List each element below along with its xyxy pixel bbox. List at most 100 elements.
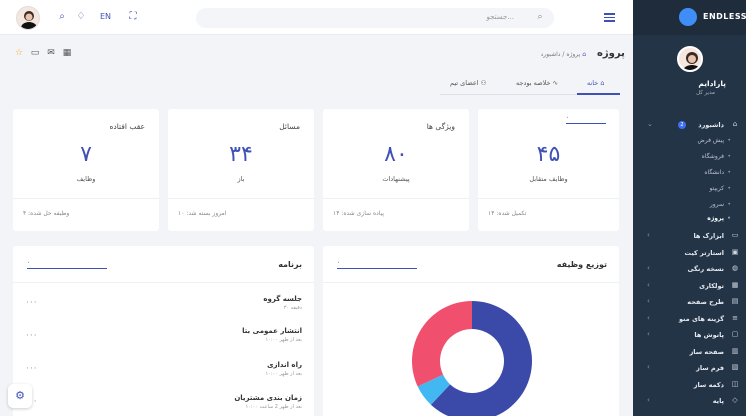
breadcrumb-link[interactable]: داشبورد [541, 51, 561, 58]
list-item[interactable]: راه اندازی ۱۰:۰۰ بعد از ظهر [182, 361, 303, 377]
divider [168, 198, 314, 199]
divider [13, 198, 159, 199]
tabs: اعضای تیم ⚇ خلاصه بودجه ∿ خانه ⌂ [440, 73, 620, 95]
stat-value: ۴۵ [536, 142, 561, 167]
page-icon: ▤ [731, 297, 739, 305]
base-icon: ◇ [732, 396, 738, 404]
tab-home[interactable]: خانه ⌂ [587, 79, 605, 87]
top-bar: ⌕ ♢ EN ⛶ جستجو... ⌕ [0, 0, 633, 35]
sidebar-item-label: تولکاری [699, 282, 724, 290]
list-item[interactable]: زمان بندی مشتریان ۱۰:۰۰ بعد از ظهر 2 ساعت [182, 394, 302, 410]
donut-chart [412, 301, 532, 416]
sidebar-item[interactable]: ‹ طرح صفحه ▤ [633, 296, 746, 310]
sidebar-subitem[interactable]: دانشگاه [704, 169, 730, 176]
sidebar-item[interactable]: ‹ تولکاری ▦ [633, 280, 746, 294]
gear-icon[interactable]: ⚙ [8, 384, 32, 408]
sidebar-item[interactable]: صفحه ساز ▥ [633, 346, 746, 360]
sidebar: ENDLESS پارادایم مدیر کل ⌄ 2 داشبورد ⌂ پ… [633, 0, 746, 416]
period-select[interactable]: ۰ [27, 259, 107, 269]
chevron-left-icon: ‹ [647, 281, 650, 289]
sidebar-subitem-active[interactable]: پروژه [707, 215, 730, 222]
fullscreen-icon[interactable]: ⛶ [126, 10, 140, 24]
period-select[interactable]: ۰ [337, 259, 417, 269]
chevron-left-icon: ‹ [647, 363, 650, 371]
panel-title: توزیع وظیفه [556, 260, 607, 269]
stat-title: ویژگی ها [426, 122, 455, 131]
user-role: مدیر کل [696, 90, 715, 96]
language-switch[interactable]: EN [100, 12, 111, 21]
donut-slice[interactable] [412, 301, 472, 387]
sidebar-item[interactable]: استارتر کیت ▣ [633, 247, 746, 261]
notification-icon[interactable]: ♢ [74, 10, 88, 24]
sidebar-item[interactable]: ‹ پایه ◇ [633, 395, 746, 409]
form-icon: ▧ [731, 363, 739, 371]
mail-icon[interactable]: ✉ [44, 48, 58, 58]
sidebar-item-label: استارتر کیت [684, 249, 724, 257]
sidebar-item[interactable]: ‹ ابزارک ها ▭ [633, 230, 746, 244]
sidebar-item[interactable]: دکمه ساز ◫ [633, 379, 746, 393]
box-icon: ▣ [731, 248, 739, 256]
sidebar-item[interactable]: ‹ گزینه های منو ≡ [633, 313, 746, 327]
period-select[interactable]: ۰ [566, 114, 606, 124]
user-name: پارادایم [698, 79, 726, 88]
search-placeholder: جستجو... [486, 13, 514, 21]
stat-value: ۳۴ [229, 142, 253, 167]
sidebar-subitem[interactable]: کریپتو [709, 185, 730, 192]
profile-avatar[interactable] [677, 46, 703, 72]
footer-icon: ▢ [731, 330, 739, 338]
chat-icon[interactable]: ▭ [28, 48, 42, 58]
avatar[interactable] [16, 6, 40, 30]
divider [323, 282, 619, 283]
color-icon: ◍ [731, 264, 739, 272]
badge: 2 [678, 121, 686, 129]
tab-budget[interactable]: خلاصه بودجه ∿ [516, 79, 558, 87]
builder-icon: ▥ [731, 347, 739, 355]
search-input[interactable]: جستجو... ⌕ [196, 8, 554, 28]
stat-label: وظایف [76, 175, 96, 183]
list-item[interactable]: انتشار عمومی بتا ۱۰:۰۰ بعد از ظهر [182, 327, 302, 343]
sidebar-item-dashboard[interactable]: ⌄ 2 داشبورد ⌂ [633, 119, 746, 133]
sidebar-item[interactable]: ‹ نسخه رنگی ◍ [633, 263, 746, 277]
stat-card: عقب افتاده ۷ وظایف وظیفه حل شده: ۴ [13, 109, 159, 231]
breadcrumb-separator: / [560, 51, 565, 58]
search-icon: ⌕ [537, 12, 543, 22]
calendar-icon[interactable]: ▦ [60, 48, 74, 58]
more-icon[interactable]: ··· [26, 298, 38, 308]
button-icon: ◫ [731, 380, 739, 388]
avatar-image [21, 11, 37, 29]
page-title: پروژه [597, 48, 625, 59]
menu-toggle-icon[interactable] [604, 13, 615, 22]
stat-label: باز [237, 175, 245, 183]
search-icon[interactable]: ⌕ [55, 10, 69, 24]
sidebar-subitem[interactable]: سرور [710, 201, 731, 208]
logo-mark [679, 8, 697, 26]
sidebar-item-label: طرح صفحه [687, 298, 724, 306]
schedule-panel: برنامه ۰ جلسه گروه ۳۰ دقیقه ··· انتشار عم… [13, 246, 314, 416]
sidebar-item[interactable]: ‹ پانوش ها ▢ [633, 329, 746, 343]
more-icon[interactable]: ··· [26, 364, 38, 374]
tab-indicator [577, 93, 620, 95]
logo[interactable]: ENDLESS [633, 0, 746, 35]
sidebar-subitem[interactable]: فروشگاه [702, 153, 732, 160]
chevron-left-icon: ‹ [647, 231, 650, 239]
avatar-image [683, 52, 701, 70]
stat-label: وظایف متقابل [529, 175, 568, 183]
sidebar-item-label: صفحه ساز [689, 348, 724, 356]
star-icon[interactable]: ☆ [12, 48, 26, 58]
stat-title: عقب افتاده [109, 122, 145, 131]
panel-title: برنامه [278, 260, 302, 269]
sidebar-item-label: داشبورد [698, 121, 724, 129]
sidebar-item[interactable]: ‹ فرم ساز ▧ [633, 362, 746, 376]
home-icon[interactable]: ⌂ [582, 51, 586, 58]
stat-title: مسائل [279, 122, 300, 131]
list-item[interactable]: جلسه گروه ۳۰ دقیقه [182, 295, 302, 311]
stat-value: ۸۰ [384, 142, 408, 167]
divider [323, 198, 469, 199]
more-icon[interactable]: ··· [26, 331, 38, 341]
stat-card: مسائل ۳۴ باز امروز بسته شد: ۱۰ [168, 109, 314, 231]
tab-team[interactable]: اعضای تیم ⚇ [450, 79, 486, 87]
sidebar-item-label: دکمه ساز [693, 381, 724, 389]
stat-footer: پیاده سازی شده: ۱۴ [333, 210, 385, 217]
sidebar-subitem[interactable]: پیش فرض [698, 137, 732, 144]
sidebar-item-label: ابزارک ها [693, 232, 724, 240]
